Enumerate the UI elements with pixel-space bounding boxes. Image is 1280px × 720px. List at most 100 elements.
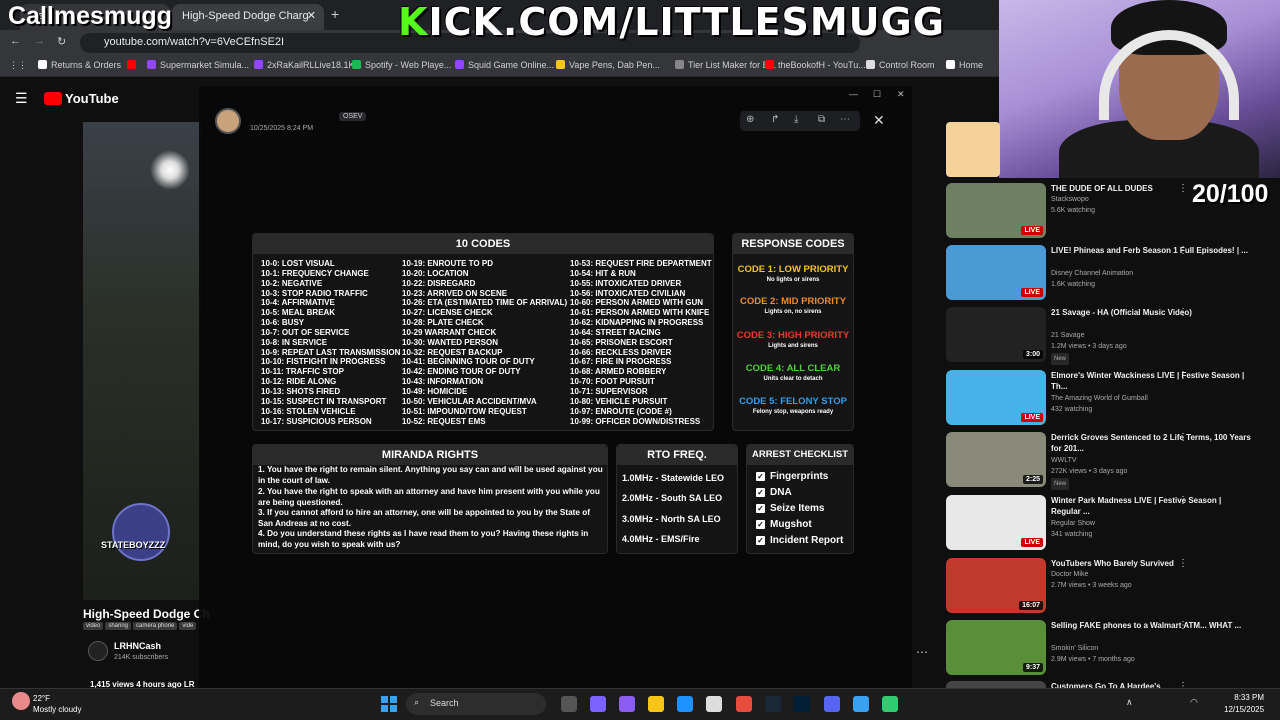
recommendation-title[interactable]: Elmore's Winter Wackiness LIVE | Festive…: [1051, 370, 1251, 392]
recommendation-thumbnail[interactable]: LIVE: [946, 183, 1046, 238]
poster-avatar[interactable]: [215, 108, 241, 134]
teams-icon[interactable]: [619, 696, 635, 712]
chrome-icon[interactable]: [736, 696, 752, 712]
more-icon[interactable]: ⋯: [840, 114, 850, 125]
share-icon[interactable]: ↱: [771, 114, 779, 125]
close-tab-icon[interactable]: ✕: [307, 9, 316, 22]
recommendation-title[interactable]: Winter Park Madness LIVE | Festive Seaso…: [1051, 495, 1251, 517]
kebab-menu-icon[interactable]: ⋮: [1178, 620, 1188, 631]
browser-tab-active[interactable]: High-Speed Dodge Charg ✕: [172, 4, 324, 30]
recommendation-title[interactable]: Derrick Groves Sentenced to 2 Life Terms…: [1051, 432, 1251, 454]
poster-username[interactable]: OSEV: [339, 112, 367, 121]
bookmark-item[interactable]: Spotify - Web Playe...: [352, 60, 451, 70]
file-explorer-icon[interactable]: [561, 696, 577, 712]
close-viewer-icon[interactable]: ✕: [873, 112, 885, 129]
tray-chevron-icon[interactable]: ∧: [1126, 697, 1133, 708]
recommendation-thumbnail[interactable]: 3:00: [946, 307, 1046, 362]
kebab-menu-icon[interactable]: ⋮: [1178, 183, 1188, 194]
recommendation-channel[interactable]: WWLTV: [1051, 456, 1077, 466]
recommendation-title[interactable]: Selling FAKE phones to a Walmart ATM... …: [1051, 620, 1251, 631]
windows-start-icon[interactable]: [381, 696, 397, 712]
zoom-icon[interactable]: ⊕: [746, 114, 754, 125]
open-external-icon[interactable]: ⧉: [818, 114, 825, 125]
kebab-menu-icon[interactable]: ⋮: [1178, 370, 1188, 381]
bookmark-item[interactable]: Vape Pens, Dab Pen...: [556, 60, 660, 70]
tag[interactable]: video: [83, 622, 104, 630]
recommendation-title[interactable]: Customers Go To A Hardee's: [1051, 681, 1251, 688]
recommendation-item[interactable]: 3:00 21 Savage - HA (Official Music Video…: [946, 307, 1276, 365]
copilot-icon[interactable]: [590, 696, 606, 712]
steam-icon[interactable]: [765, 696, 781, 712]
recommendation-thumbnail[interactable]: 2:25: [946, 432, 1046, 487]
taskbar-clock[interactable]: 8:33 PM 12/15/2025: [1224, 692, 1264, 716]
recommendation-channel[interactable]: The Amazing World of Gumball: [1051, 394, 1148, 404]
bookmark-item[interactable]: Supermarket Simula...: [147, 60, 249, 70]
recommendation-thumbnail[interactable]: LIVE: [946, 495, 1046, 550]
recommendation-item[interactable]: Customers Go To A Hardee's ⋮: [946, 681, 1276, 688]
bookmark-item[interactable]: Control Room: [866, 60, 935, 70]
bookmark-item[interactable]: Returns & Orders: [38, 60, 121, 70]
recommendation-item[interactable]: LIVE Winter Park Madness LIVE | Festive S…: [946, 495, 1276, 553]
game-icon[interactable]: [882, 696, 898, 712]
recommendation-thumbnail[interactable]: 16:07: [946, 558, 1046, 613]
recommendation-thumbnail[interactable]: [946, 681, 1046, 688]
edge-icon[interactable]: [677, 696, 693, 712]
new-tab-button[interactable]: +: [331, 6, 339, 22]
recommendation-item[interactable]: LIVE LIVE! Phineas and Ferb Season 1 Full…: [946, 245, 1276, 303]
recommendation-thumbnail[interactable]: LIVE: [946, 370, 1046, 425]
response-code-label: CODE 4: ALL CLEAR: [745, 363, 841, 374]
back-icon[interactable]: ←: [10, 35, 21, 47]
recommendation-title[interactable]: LIVE! Phineas and Ferb Season 1 Full Epi…: [1051, 245, 1251, 256]
kebab-menu-icon[interactable]: ⋮: [1178, 432, 1188, 443]
forward-icon[interactable]: →: [34, 35, 45, 47]
kebab-menu-icon[interactable]: ⋮: [1178, 558, 1188, 569]
photoshop-icon[interactable]: [794, 696, 810, 712]
bookmark-item[interactable]: Home: [946, 60, 983, 70]
recommendation-item[interactable]: 2:25 Derrick Groves Sentenced to 2 Life T…: [946, 432, 1276, 490]
tag[interactable]: vide: [179, 622, 197, 630]
recommendation-channel[interactable]: Disney Channel Animation: [1051, 269, 1133, 279]
recommendation-channel[interactable]: Doctor Mike: [1051, 570, 1088, 580]
more-options-icon[interactable]: ⋯: [916, 645, 928, 659]
recommendation-channel[interactable]: Stackswopo: [1051, 195, 1089, 205]
store-icon[interactable]: [706, 696, 722, 712]
bookmark-item[interactable]: theBookofH - YouTu...: [765, 60, 866, 70]
reload-icon[interactable]: ↻: [57, 35, 66, 48]
recommendation-item[interactable]: 9:37 Selling FAKE phones to a Walmart ATM…: [946, 620, 1276, 678]
recommendation-channel[interactable]: 21 Savage: [1051, 331, 1084, 341]
channel-avatar[interactable]: [88, 641, 108, 661]
media-icon[interactable]: [853, 696, 869, 712]
bookmark-item[interactable]: 2xRaKailRLLive18.1K...: [254, 60, 362, 70]
wifi-icon[interactable]: ◠: [1190, 697, 1198, 708]
kebab-menu-icon[interactable]: ⋮: [1178, 495, 1188, 506]
recommendation-title[interactable]: 21 Savage - HA (Official Music Video): [1051, 307, 1251, 318]
minimize-icon[interactable]: —: [849, 89, 858, 99]
tag[interactable]: sharing: [105, 622, 132, 630]
taskbar-search[interactable]: ⌕ Search: [406, 693, 546, 715]
weather-widget[interactable]: 22°F Mostly cloudy: [33, 693, 81, 715]
recommendation-thumbnail[interactable]: 9:37: [946, 620, 1046, 675]
recommendation-item[interactable]: LIVE Elmore's Winter Wackiness LIVE | Fes…: [946, 370, 1276, 428]
apps-icon[interactable]: ⋮⋮: [9, 60, 27, 71]
kebab-menu-icon[interactable]: ⋮: [1178, 307, 1188, 318]
recommendation-channel[interactable]: Regular Show: [1051, 519, 1095, 529]
window-close-icon[interactable]: ✕: [897, 89, 905, 100]
discord-icon[interactable]: [824, 696, 840, 712]
recommendation-channel[interactable]: Smokin' Silicon: [1051, 644, 1098, 654]
weather-icon[interactable]: [12, 692, 30, 710]
tag[interactable]: camera phone: [133, 622, 178, 630]
youtube-logo[interactable]: YouTube: [44, 91, 119, 106]
maximize-icon[interactable]: ☐: [873, 89, 881, 100]
bookmark-item[interactable]: [127, 60, 140, 70]
download-icon[interactable]: ⤓: [794, 114, 798, 125]
recommendation-title[interactable]: YouTubers Who Barely Survived: [1051, 558, 1251, 569]
channel-name[interactable]: LRHNCash: [114, 641, 161, 651]
kebab-menu-icon[interactable]: ⋮: [1178, 245, 1188, 256]
kebab-menu-icon[interactable]: ⋮: [1178, 681, 1188, 688]
recommendation-thumbnail[interactable]: LIVE: [946, 245, 1046, 300]
folder-icon[interactable]: [648, 696, 664, 712]
recommendation-item[interactable]: 16:07 YouTubers Who Barely Survived Doctor…: [946, 558, 1276, 616]
menu-icon[interactable]: ☰: [15, 90, 28, 107]
bookmark-item[interactable]: Tier List Maker for E...: [675, 60, 776, 70]
bookmark-item[interactable]: Squid Game Online...: [455, 60, 554, 70]
